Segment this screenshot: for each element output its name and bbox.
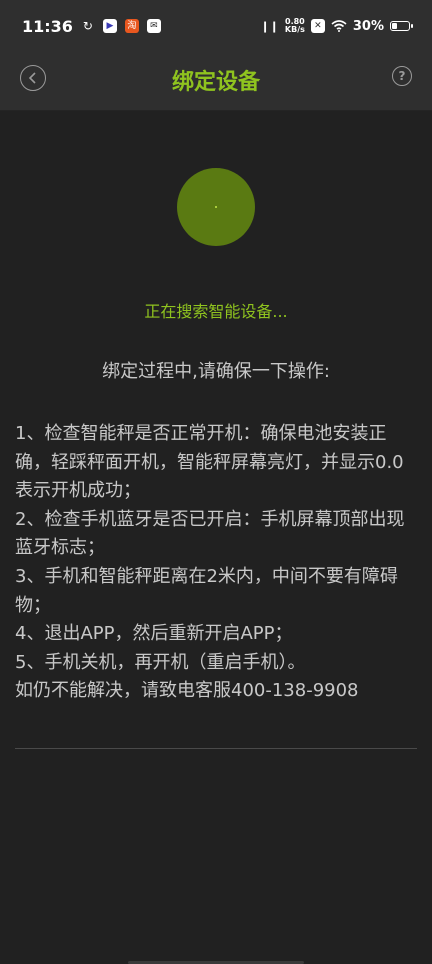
net-speed-unit: KB/s <box>284 25 305 34</box>
status-bar: 11:36 ↻ ▶ 淘 ✉ ❙❙ 0.80 KB/s ✕ 30% <box>0 0 432 52</box>
video-app-icon: ▶ <box>102 19 117 33</box>
battery-icon <box>390 21 413 31</box>
scanning-indicator <box>177 168 255 246</box>
instructions-heading: 绑定过程中,请确保一下操作: <box>102 361 330 382</box>
battery-level <box>392 23 397 29</box>
shopping-app-icon: 淘 <box>124 19 139 33</box>
instruction-steps: 1、检查智能秤是否正常开机：确保电池安装正确，轻踩秤面开机，智能秤屏幕亮灯，并显… <box>15 420 419 706</box>
status-left: 11:36 ↻ ▶ 淘 ✉ <box>22 17 161 36</box>
net-speed: 0.80 KB/s <box>285 18 305 34</box>
message-app-icon: ✉ <box>146 19 161 33</box>
nav-bar: 绑定设备 ? <box>0 52 432 111</box>
page-title: 绑定设备 <box>171 70 260 95</box>
scan-dot <box>215 206 217 208</box>
sync-icon: ↻ <box>82 19 93 33</box>
vibrate-icon: ❙❙ <box>260 19 279 33</box>
no-sim-icon: ✕ <box>310 19 325 33</box>
instruction-step-4: 4、退出APP，然后重新开启APP； <box>15 623 293 645</box>
battery-percent: 30% <box>352 18 384 34</box>
instruction-step-3: 3、手机和智能秤距离在2米内，中间不要有障碍物； <box>15 565 398 616</box>
instruction-step-1: 1、检查智能秤是否正常开机：确保电池安装正确，轻踩秤面开机，智能秤屏幕亮灯，并显… <box>15 423 404 502</box>
instruction-step-2: 2、检查手机蓝牙是否已开启：手机屏幕顶部出现蓝牙标志； <box>15 508 405 559</box>
search-status: 正在搜索智能设备... <box>144 302 288 321</box>
wifi-icon <box>331 20 347 32</box>
clock: 11:36 <box>22 16 73 36</box>
instruction-step-5: 5、手机关机，再开机（重启手机）。 <box>15 651 306 673</box>
help-button[interactable]: ? <box>392 66 412 86</box>
customer-service-line: 如仍不能解决，请致电客服400-138-9908 <box>15 680 359 702</box>
status-right: ❙❙ 0.80 KB/s ✕ 30% <box>260 18 413 34</box>
divider <box>15 748 417 749</box>
